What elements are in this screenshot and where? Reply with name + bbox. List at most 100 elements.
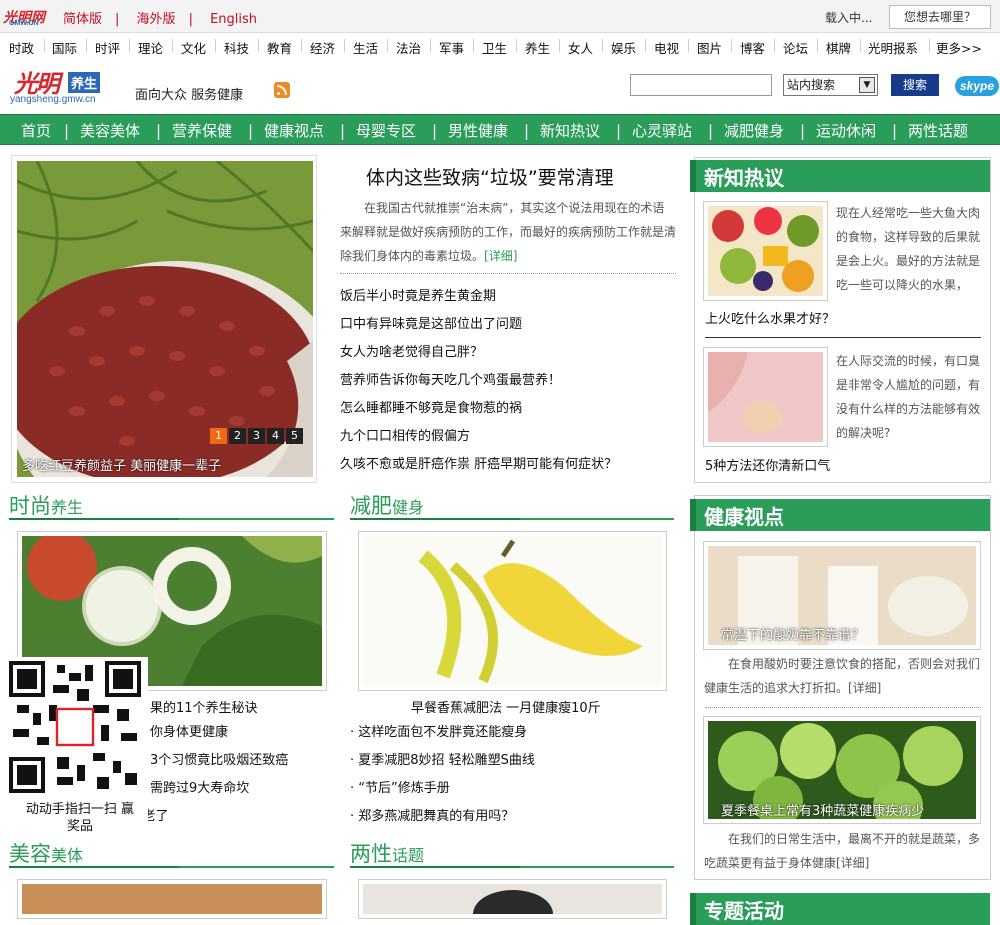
search-scope-select[interactable]: 站内搜索 ▼ bbox=[783, 74, 878, 96]
fruit-photo[interactable] bbox=[703, 201, 828, 301]
list-item[interactable]: 久咳不愈或是肝癌作祟 肝癌早期可能有何症状？ bbox=[340, 454, 680, 482]
slim-caption[interactable]: 早餐香蕉减肥法 一月健康瘦10斤 bbox=[411, 697, 601, 716]
channel-item[interactable]: 棋牌 bbox=[826, 38, 851, 57]
nav-item[interactable]: 两性话题 bbox=[908, 120, 968, 141]
sex-topic-photo[interactable] bbox=[358, 879, 667, 919]
pager-dot[interactable]: 2 bbox=[229, 428, 246, 444]
nav-item[interactable]: 减肥健身 bbox=[724, 120, 784, 141]
channel-more[interactable]: 更多>> bbox=[936, 38, 982, 57]
channel-item[interactable]: 文化 bbox=[181, 38, 206, 57]
jiankang-item2-caption[interactable]: 夏季餐桌上常有3种蔬菜健康疾病少 bbox=[721, 800, 924, 819]
headline-more-link[interactable]: [详细] bbox=[484, 249, 517, 263]
fashion-caption[interactable]: 果的11个养生秘诀 bbox=[150, 697, 258, 716]
section-title-fashion[interactable]: 时尚养生 bbox=[9, 490, 334, 520]
list-item[interactable]: · 夏季减肥8妙招 轻松雕塑S曲线 bbox=[350, 750, 535, 778]
list-item[interactable]: 口中有异味竟是这部位出了问题 bbox=[340, 314, 680, 342]
gmw-logo-sub: GMW.CN bbox=[9, 20, 39, 27]
jiankang-header[interactable]: 健康视点 bbox=[690, 499, 990, 531]
loading-text: 载入中... bbox=[825, 11, 873, 25]
fashion-list: 你身体更健康 3个习惯竟比吸烟还致癌 需跨过9大寿命坎 bbox=[150, 722, 288, 806]
xinzhi-header[interactable]: 新知热议 bbox=[690, 160, 990, 192]
xinzhi-item1-link[interactable]: 上火吃什么水果才好？ bbox=[705, 308, 835, 327]
list-item[interactable]: 九个口口相传的假偏方 bbox=[340, 426, 680, 454]
section-title-beauty[interactable]: 美容美体 bbox=[9, 838, 334, 868]
pager-dot[interactable]: 3 bbox=[248, 428, 265, 444]
skype-icon[interactable]: skype bbox=[955, 76, 999, 96]
list-item[interactable]: 营养师告诉你每天吃几个鸡蛋最营养！ bbox=[340, 370, 680, 398]
banana-photo[interactable] bbox=[358, 531, 667, 691]
list-item[interactable]: · 这样吃面包不发胖竟还能瘦身 bbox=[350, 722, 535, 750]
divider bbox=[705, 337, 981, 338]
headline-title[interactable]: 体内这些致病“垃圾”要常清理 bbox=[366, 163, 614, 190]
nav-item[interactable]: 营养保健 bbox=[172, 120, 232, 141]
list-item[interactable]: · 郑多燕减肥舞真的有用吗？ bbox=[350, 806, 535, 834]
version-links: 简体版 | 海外版 | English bbox=[63, 12, 258, 27]
slider-pager: 12345 bbox=[210, 428, 305, 444]
site-logo[interactable]: 光明 养生 yangsheng.gmw.cn bbox=[10, 64, 110, 108]
special-header[interactable]: 专题活动 bbox=[690, 893, 990, 925]
list-item[interactable]: 你身体更健康 bbox=[150, 722, 288, 750]
qr-code-popup[interactable]: 动动手指扫一扫 赢奖品 bbox=[9, 657, 148, 834]
channel-item[interactable]: 军事 bbox=[439, 38, 464, 57]
top-bar: 光明网 GMW.CN 简体版 | 海外版 | English 载入中... 您想去哪… bbox=[0, 0, 1000, 33]
channel-item[interactable]: 论坛 bbox=[783, 38, 808, 57]
nav-item[interactable]: 男性健康 bbox=[448, 120, 508, 141]
site-logo-url: yangsheng.gmw.cn bbox=[10, 94, 96, 105]
xinzhi-item2-link[interactable]: 5种方法还你清新口气 bbox=[705, 455, 830, 474]
channel-item[interactable]: 国际 bbox=[52, 38, 77, 57]
channel-item[interactable]: 时政 bbox=[9, 38, 34, 57]
list-item[interactable]: · “节后”修炼手册 bbox=[350, 778, 535, 806]
channel-item[interactable]: 卫生 bbox=[482, 38, 507, 57]
list-item[interactable]: 怎么睡都睡不够竟是食物惹的祸 bbox=[340, 398, 680, 426]
channel-item[interactable]: 博客 bbox=[740, 38, 765, 57]
focus-caption[interactable]: 多吃红豆养颜益子 美丽健康一辈子 bbox=[22, 455, 221, 474]
channel-item[interactable]: 电视 bbox=[654, 38, 679, 57]
link-simplified[interactable]: 简体版 bbox=[63, 12, 102, 27]
search-input[interactable] bbox=[630, 74, 772, 96]
news-list: 饭后半小时竟是养生黄金期 口中有异味竟是这部位出了问题 女人为啥老觉得自己胖？ … bbox=[340, 286, 680, 482]
rss-icon[interactable] bbox=[274, 82, 290, 98]
channel-item[interactable]: 经济 bbox=[310, 38, 335, 57]
beauty-photo[interactable] bbox=[17, 879, 327, 919]
channel-item[interactable]: 教育 bbox=[267, 38, 292, 57]
chevron-down-icon: ▼ bbox=[859, 77, 875, 93]
xinzhi-item2-text: 在人际交流的时候，有口臭是非常令人尴尬的问题，有没有什么样的方法能够有效的解决呢… bbox=[836, 354, 981, 440]
search-button[interactable]: 搜索 bbox=[891, 74, 939, 96]
channel-item[interactable]: 科技 bbox=[224, 38, 249, 57]
section-title-sex[interactable]: 两性话题 bbox=[350, 838, 674, 868]
jiankang-item1-caption[interactable]: 常温下的酸奶靠不靠谱？ bbox=[721, 624, 864, 643]
channel-item[interactable]: 时评 bbox=[95, 38, 120, 57]
channel-item[interactable]: 理论 bbox=[138, 38, 163, 57]
pager-dot[interactable]: 4 bbox=[267, 428, 284, 444]
nav-item[interactable]: 心灵驿站 bbox=[632, 120, 692, 141]
where-button[interactable]: 您想去哪里？ bbox=[889, 5, 991, 29]
hand-photo[interactable] bbox=[703, 347, 828, 447]
list-item[interactable]: 饭后半小时竟是养生黄金期 bbox=[340, 286, 680, 314]
gmw-logo[interactable]: 光明网 GMW.CN bbox=[3, 7, 47, 27]
nav-item[interactable]: 母婴专区 bbox=[356, 120, 416, 141]
channel-item[interactable]: 娱乐 bbox=[611, 38, 636, 57]
list-item[interactable]: 女人为啥老觉得自己胖？ bbox=[340, 342, 680, 370]
channel-item[interactable]: 光明报系 bbox=[868, 38, 918, 57]
list-item[interactable]: 需跨过9大寿命坎 bbox=[150, 778, 288, 806]
nav-item[interactable]: 健康视点 bbox=[264, 120, 324, 141]
nav-item[interactable]: 首页 bbox=[21, 120, 51, 141]
section-title-slim[interactable]: 减肥健身 bbox=[350, 490, 674, 520]
list-item[interactable]: 3个习惯竟比吸烟还致癌 bbox=[150, 750, 288, 778]
channel-item[interactable]: 法治 bbox=[396, 38, 421, 57]
pager-dot[interactable]: 1 bbox=[210, 428, 227, 444]
pager-dot[interactable]: 5 bbox=[286, 428, 303, 444]
channel-item[interactable]: 图片 bbox=[697, 38, 722, 57]
nav-item[interactable]: 美容美体 bbox=[80, 120, 140, 141]
channel-item[interactable]: 养生 bbox=[525, 38, 550, 57]
nav-item[interactable]: 运动休闲 bbox=[816, 120, 876, 141]
link-english[interactable]: English bbox=[210, 12, 257, 27]
channel-item[interactable]: 女人 bbox=[568, 38, 593, 57]
slogan: 面向大众 服务健康 bbox=[135, 88, 244, 103]
channel-bar: 时政 国际 时评 理论 文化 科技 教育 经济 生活 法治 军事 卫生 养生 女… bbox=[0, 34, 1000, 59]
slim-list: · 这样吃面包不发胖竟还能瘦身 · 夏季减肥8妙招 轻松雕塑S曲线 · “节后”… bbox=[350, 722, 535, 834]
channel-item[interactable]: 生活 bbox=[353, 38, 378, 57]
nav-item[interactable]: 新知热议 bbox=[540, 120, 600, 141]
main-nav: 首页 | 美容美体 | 营养保健 | 健康视点 | 母婴专区 | 男性健康 | … bbox=[0, 114, 1000, 145]
link-overseas[interactable]: 海外版 bbox=[137, 12, 176, 27]
